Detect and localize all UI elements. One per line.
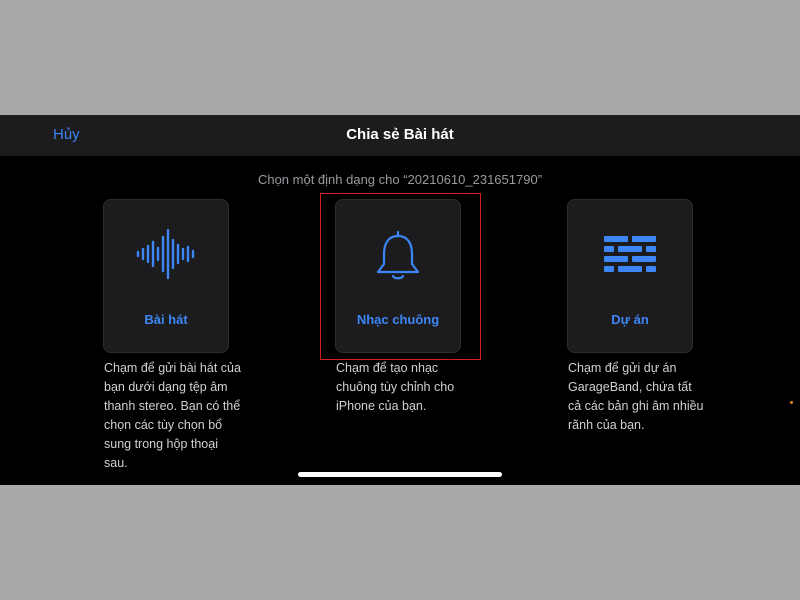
song-option-label: Bài hát [144, 312, 188, 327]
project-option-label: Dự án [611, 312, 649, 327]
project-option-card[interactable]: Dự án [567, 199, 693, 353]
format-prompt: Chọn một định dạng cho “20210610_2316517… [257, 172, 543, 187]
navigation-bar: Hủy Chia sẻ Bài hát [0, 115, 800, 156]
status-dot [790, 401, 793, 404]
ringtone-highlight-box [320, 193, 481, 360]
page-title: Chia sẻ Bài hát [346, 126, 454, 143]
song-option-card[interactable]: Bài hát [103, 199, 229, 353]
song-option-description: Chạm để gửi bài hát của bạn dưới dạng tệ… [104, 361, 241, 470]
waveform-icon [104, 228, 228, 280]
project-option-description: Chạm để gửi dự án GarageBand, chứa tất c… [568, 361, 704, 432]
home-indicator[interactable] [298, 472, 502, 477]
bricks-icon [568, 228, 692, 280]
ringtone-option-description: Chạm để tạo nhạc chuông tùy chỉnh cho iP… [336, 361, 455, 413]
share-song-screen: Hủy Chia sẻ Bài hát Chọn một định dạng c… [0, 115, 800, 485]
